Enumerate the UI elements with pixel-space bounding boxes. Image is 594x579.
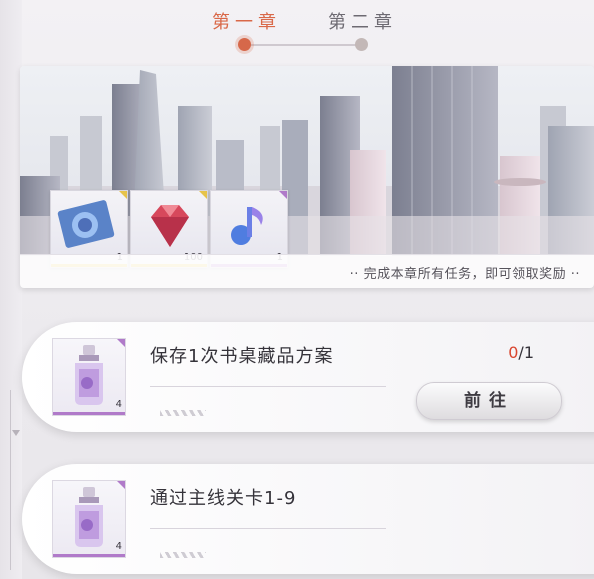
task-divider	[150, 528, 386, 529]
rarity-corner	[117, 481, 125, 489]
task-reward-count: 4	[115, 399, 122, 410]
perfume-bottle-icon	[75, 345, 103, 405]
caption-text: 完成本章所有任务，即可领取奖励	[363, 267, 567, 282]
chapter-tabs: 第一章 第二章	[190, 4, 420, 54]
task-divider	[150, 386, 386, 387]
decorative-hatch	[160, 552, 206, 558]
task-reward-count: 4	[115, 541, 122, 552]
rarity-corner	[119, 191, 127, 199]
blue-card-icon	[57, 200, 115, 248]
task-card: 4 通过主线关卡1-9	[22, 464, 594, 574]
rarity-bar	[53, 554, 125, 557]
side-triangle-icon	[12, 430, 20, 436]
decorative-hatch	[160, 410, 206, 416]
task-reward[interactable]: 4	[52, 338, 126, 416]
perfume-bottle-icon	[75, 487, 103, 547]
tab-chapter-2[interactable]: 第二章	[328, 8, 397, 34]
rarity-bar	[53, 412, 125, 415]
task-reward[interactable]: 4	[52, 480, 126, 558]
task-progress-total: /1	[518, 343, 534, 362]
task-title: 通过主线关卡1-9	[150, 488, 297, 509]
task-progress-current: 0	[508, 343, 519, 362]
task-progress: 0/1	[508, 343, 534, 362]
task-card: 4 保存1次书桌藏品方案 0/1 前往	[22, 322, 594, 432]
chapter-banner: 1 100 1 ·· 完成本章所有任务，即可领取奖励 ··	[20, 66, 594, 288]
chapter-1-node[interactable]	[238, 38, 251, 51]
chapter-track	[250, 44, 362, 46]
task-title: 保存1次书桌藏品方案	[150, 346, 334, 367]
rarity-corner	[279, 191, 287, 199]
goto-button[interactable]: 前往	[416, 382, 562, 420]
side-line	[10, 390, 11, 570]
side-decoration	[0, 0, 22, 579]
chapter-2-node[interactable]	[355, 38, 368, 51]
blue-music-note-icon	[231, 207, 263, 245]
rarity-corner	[199, 191, 207, 199]
banner-caption: ·· 完成本章所有任务，即可领取奖励 ··	[349, 267, 580, 282]
rarity-corner	[117, 339, 125, 347]
banner-caption-bar: ·· 完成本章所有任务，即可领取奖励 ··	[20, 254, 594, 288]
tab-chapter-1[interactable]: 第一章	[212, 8, 281, 34]
